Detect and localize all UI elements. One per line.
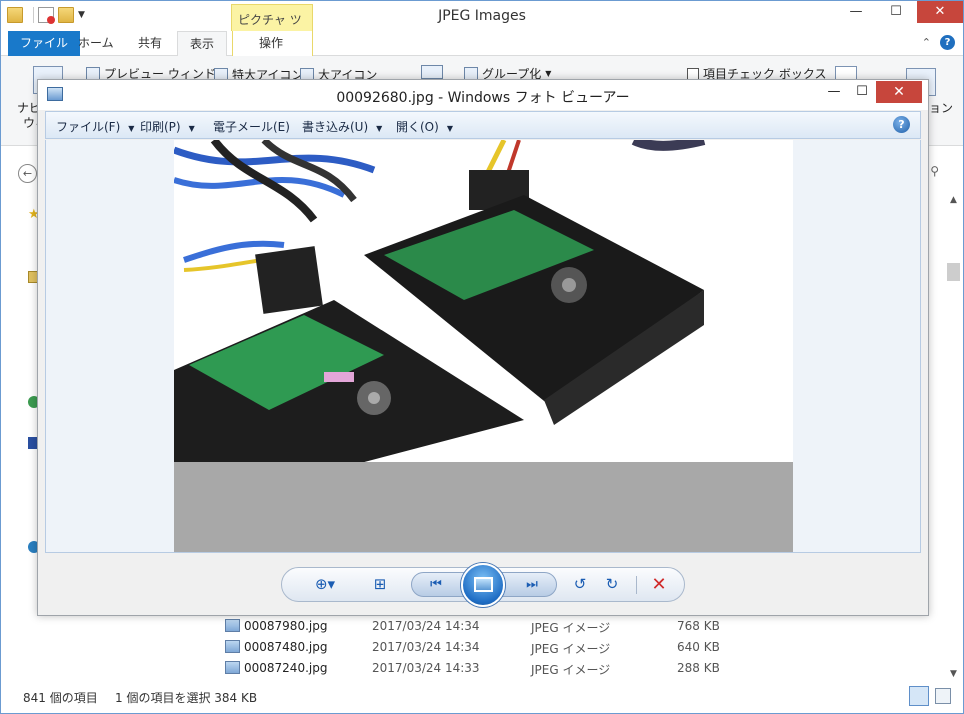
photo-viewer-title: 00092680.jpg - Windows フォト ビューアー (336, 90, 630, 106)
sort-by-button[interactable] (421, 65, 443, 79)
rotate-counterclockwise-icon[interactable]: ↺ (568, 568, 592, 601)
status-item-count: 841 個の項目 (23, 691, 98, 705)
file-type: JPEG イメージ (531, 663, 611, 677)
large-icons-view-icon[interactable] (935, 688, 951, 704)
file-size: 768 KB (677, 619, 720, 633)
viewer-close-button[interactable]: ✕ (876, 81, 922, 103)
search-icon[interactable]: ⚲ (930, 164, 939, 178)
menu-file-label: ファイル(F) (56, 120, 121, 134)
scroll-up-icon[interactable]: ▲ (945, 195, 962, 205)
tab-view[interactable]: 表示 (177, 31, 228, 57)
zoom-icon[interactable]: ⊕▾ (308, 568, 342, 601)
tab-manage[interactable]: 操作 (232, 31, 313, 56)
file-date: 2017/03/24 14:34 (372, 640, 480, 654)
tab-home[interactable]: ホーム (66, 31, 126, 56)
chevron-down-icon: ▼ (446, 124, 453, 133)
next-icon[interactable]: ⏭ (518, 568, 546, 601)
explorer-titlebar: ▼ ピクチャ ツール JPEG Images — ☐ ✕ (1, 1, 963, 44)
checkbox-icon[interactable] (687, 67, 699, 80)
vertical-scrollbar[interactable]: ▲ ▼ (945, 191, 962, 681)
status-selection: 1 個の項目を選択 384 KB (115, 691, 258, 705)
viewer-control-bar: ⊕▾ ⊞ ⏮ ⏭ ↺ ↻ ✕ (281, 563, 685, 607)
file-size: 640 KB (677, 640, 720, 654)
photo-viewer-titlebar: 00092680.jpg - Windows フォト ビューアー — ☐ ✕ (38, 80, 928, 110)
explorer-window-title: JPEG Images (438, 8, 526, 24)
chevron-down-icon: ▼ (188, 124, 195, 133)
jpeg-file-icon (225, 619, 240, 632)
scroll-thumb[interactable] (947, 263, 960, 281)
slideshow-icon[interactable] (461, 563, 505, 607)
menu-email[interactable]: 電子メール(E) (213, 118, 290, 135)
scroll-down-icon[interactable]: ▼ (945, 669, 962, 679)
viewer-minimize-button[interactable]: — (820, 81, 848, 103)
file-type: JPEG イメージ (531, 621, 611, 635)
menu-open-label: 開く(O) (396, 120, 439, 134)
menu-print[interactable]: 印刷(P) ▼ (140, 118, 195, 135)
chevron-down-icon: ▼ (376, 124, 383, 133)
photo-illustration (174, 140, 706, 462)
chevron-down-icon: ▼ (545, 69, 552, 78)
photo-viewer-menubar: ファイル(F) ▼ 印刷(P) ▼ 電子メール(E) 書き込み(U) ▼ 開く(O) ▼… (45, 111, 921, 139)
menu-burn[interactable]: 書き込み(U) ▼ (302, 118, 382, 135)
file-name: 00087240.jpg (244, 661, 328, 675)
actual-size-icon[interactable]: ⊞ (366, 568, 394, 601)
status-bar: 841 個の項目 1 個の項目を選択 384 KB (1, 684, 963, 713)
rotate-clockwise-icon[interactable]: ↻ (600, 568, 624, 601)
file-date: 2017/03/24 14:34 (372, 619, 480, 633)
sort-by-icon (421, 65, 443, 79)
explorer-close-button[interactable]: ✕ (917, 1, 963, 23)
menu-open[interactable]: 開く(O) ▼ (396, 118, 453, 135)
jpeg-file-icon (225, 640, 240, 653)
file-date: 2017/03/24 14:33 (372, 661, 480, 675)
menu-burn-label: 書き込み(U) (302, 120, 369, 134)
tab-share[interactable]: 共有 (126, 31, 174, 56)
table-row[interactable]: 00087480.jpg 2017/03/24 14:34 JPEG イメージ … (221, 637, 741, 658)
control-separator (636, 576, 637, 594)
photo-viewer-window: 00092680.jpg - Windows フォト ビューアー — ☐ ✕ フ… (37, 79, 929, 616)
menu-email-label: 電子メール(E) (213, 120, 290, 134)
menu-file[interactable]: ファイル(F) ▼ (56, 118, 134, 135)
options-label[interactable]: ョン (929, 99, 953, 116)
file-type: JPEG イメージ (531, 642, 611, 656)
file-name: 00087480.jpg (244, 640, 328, 654)
details-view-icon[interactable] (909, 686, 929, 706)
letterbox-area (174, 462, 793, 552)
minimize-ribbon-chevron-icon[interactable]: ⌃ (922, 36, 931, 49)
table-row[interactable]: 00087980.jpg 2017/03/24 14:34 JPEG イメージ … (221, 616, 741, 637)
photo-hard-drives (174, 140, 793, 462)
file-list: 00087980.jpg 2017/03/24 14:34 JPEG イメージ … (221, 616, 741, 679)
image-canvas[interactable] (45, 140, 921, 553)
previous-icon[interactable]: ⏮ (422, 568, 450, 601)
chevron-down-icon: ▼ (128, 124, 135, 133)
explorer-maximize-button[interactable]: ☐ (881, 1, 911, 23)
menu-print-label: 印刷(P) (140, 120, 181, 134)
help-icon[interactable]: ? (893, 116, 910, 133)
table-row[interactable]: 00087240.jpg 2017/03/24 14:33 JPEG イメージ … (221, 658, 741, 679)
back-arrow-icon[interactable]: ← (18, 164, 37, 183)
viewer-maximize-button[interactable]: ☐ (848, 81, 876, 103)
delete-icon[interactable]: ✕ (644, 568, 674, 601)
jpeg-file-icon (225, 661, 240, 674)
file-size: 288 KB (677, 661, 720, 675)
ribbon-tabs: ファイル ホーム 共有 表示 操作 ⌃ ? (1, 31, 963, 57)
explorer-minimize-button[interactable]: — (841, 1, 871, 23)
slideshow-screen-icon (474, 577, 493, 592)
help-icon[interactable]: ? (940, 35, 955, 50)
file-name: 00087980.jpg (244, 619, 328, 633)
